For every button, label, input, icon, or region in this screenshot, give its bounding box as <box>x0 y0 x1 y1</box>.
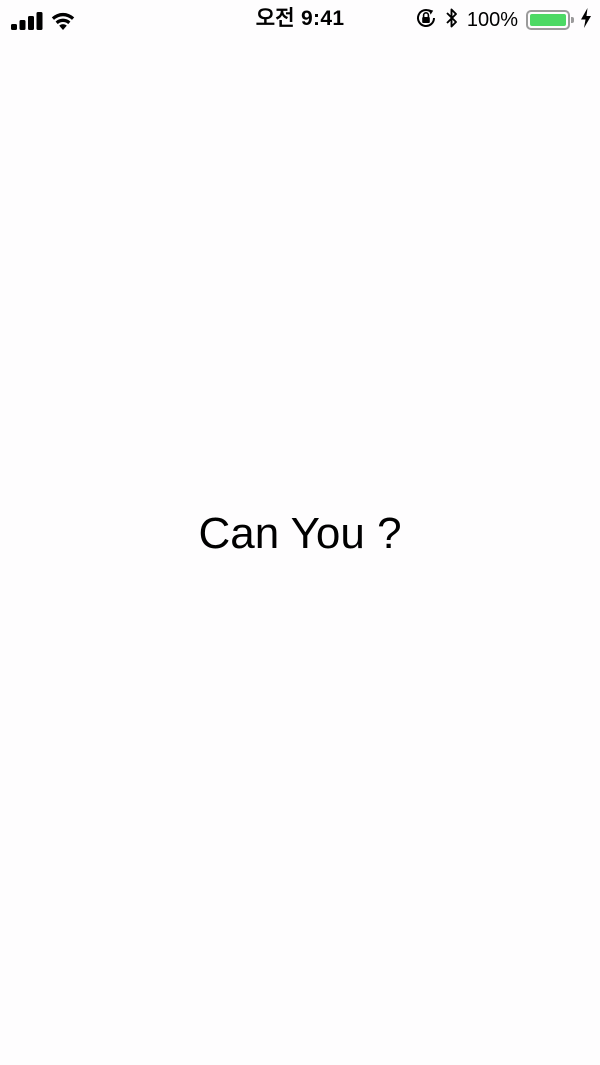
main-title: Can You ? <box>198 509 402 558</box>
app-screen: 오전 9:41 100% Can You ? <box>0 0 600 1065</box>
battery-cap <box>571 17 574 23</box>
battery-percentage: 100% <box>466 9 518 31</box>
bluetooth-icon <box>445 7 459 34</box>
status-bar: 오전 9:41 100% <box>0 0 600 40</box>
status-bar-right: 100% <box>415 7 592 33</box>
charging-bolt-icon <box>580 7 592 33</box>
battery-fill <box>530 14 566 26</box>
battery-icon <box>526 10 574 30</box>
orientation-lock-icon <box>415 7 437 34</box>
